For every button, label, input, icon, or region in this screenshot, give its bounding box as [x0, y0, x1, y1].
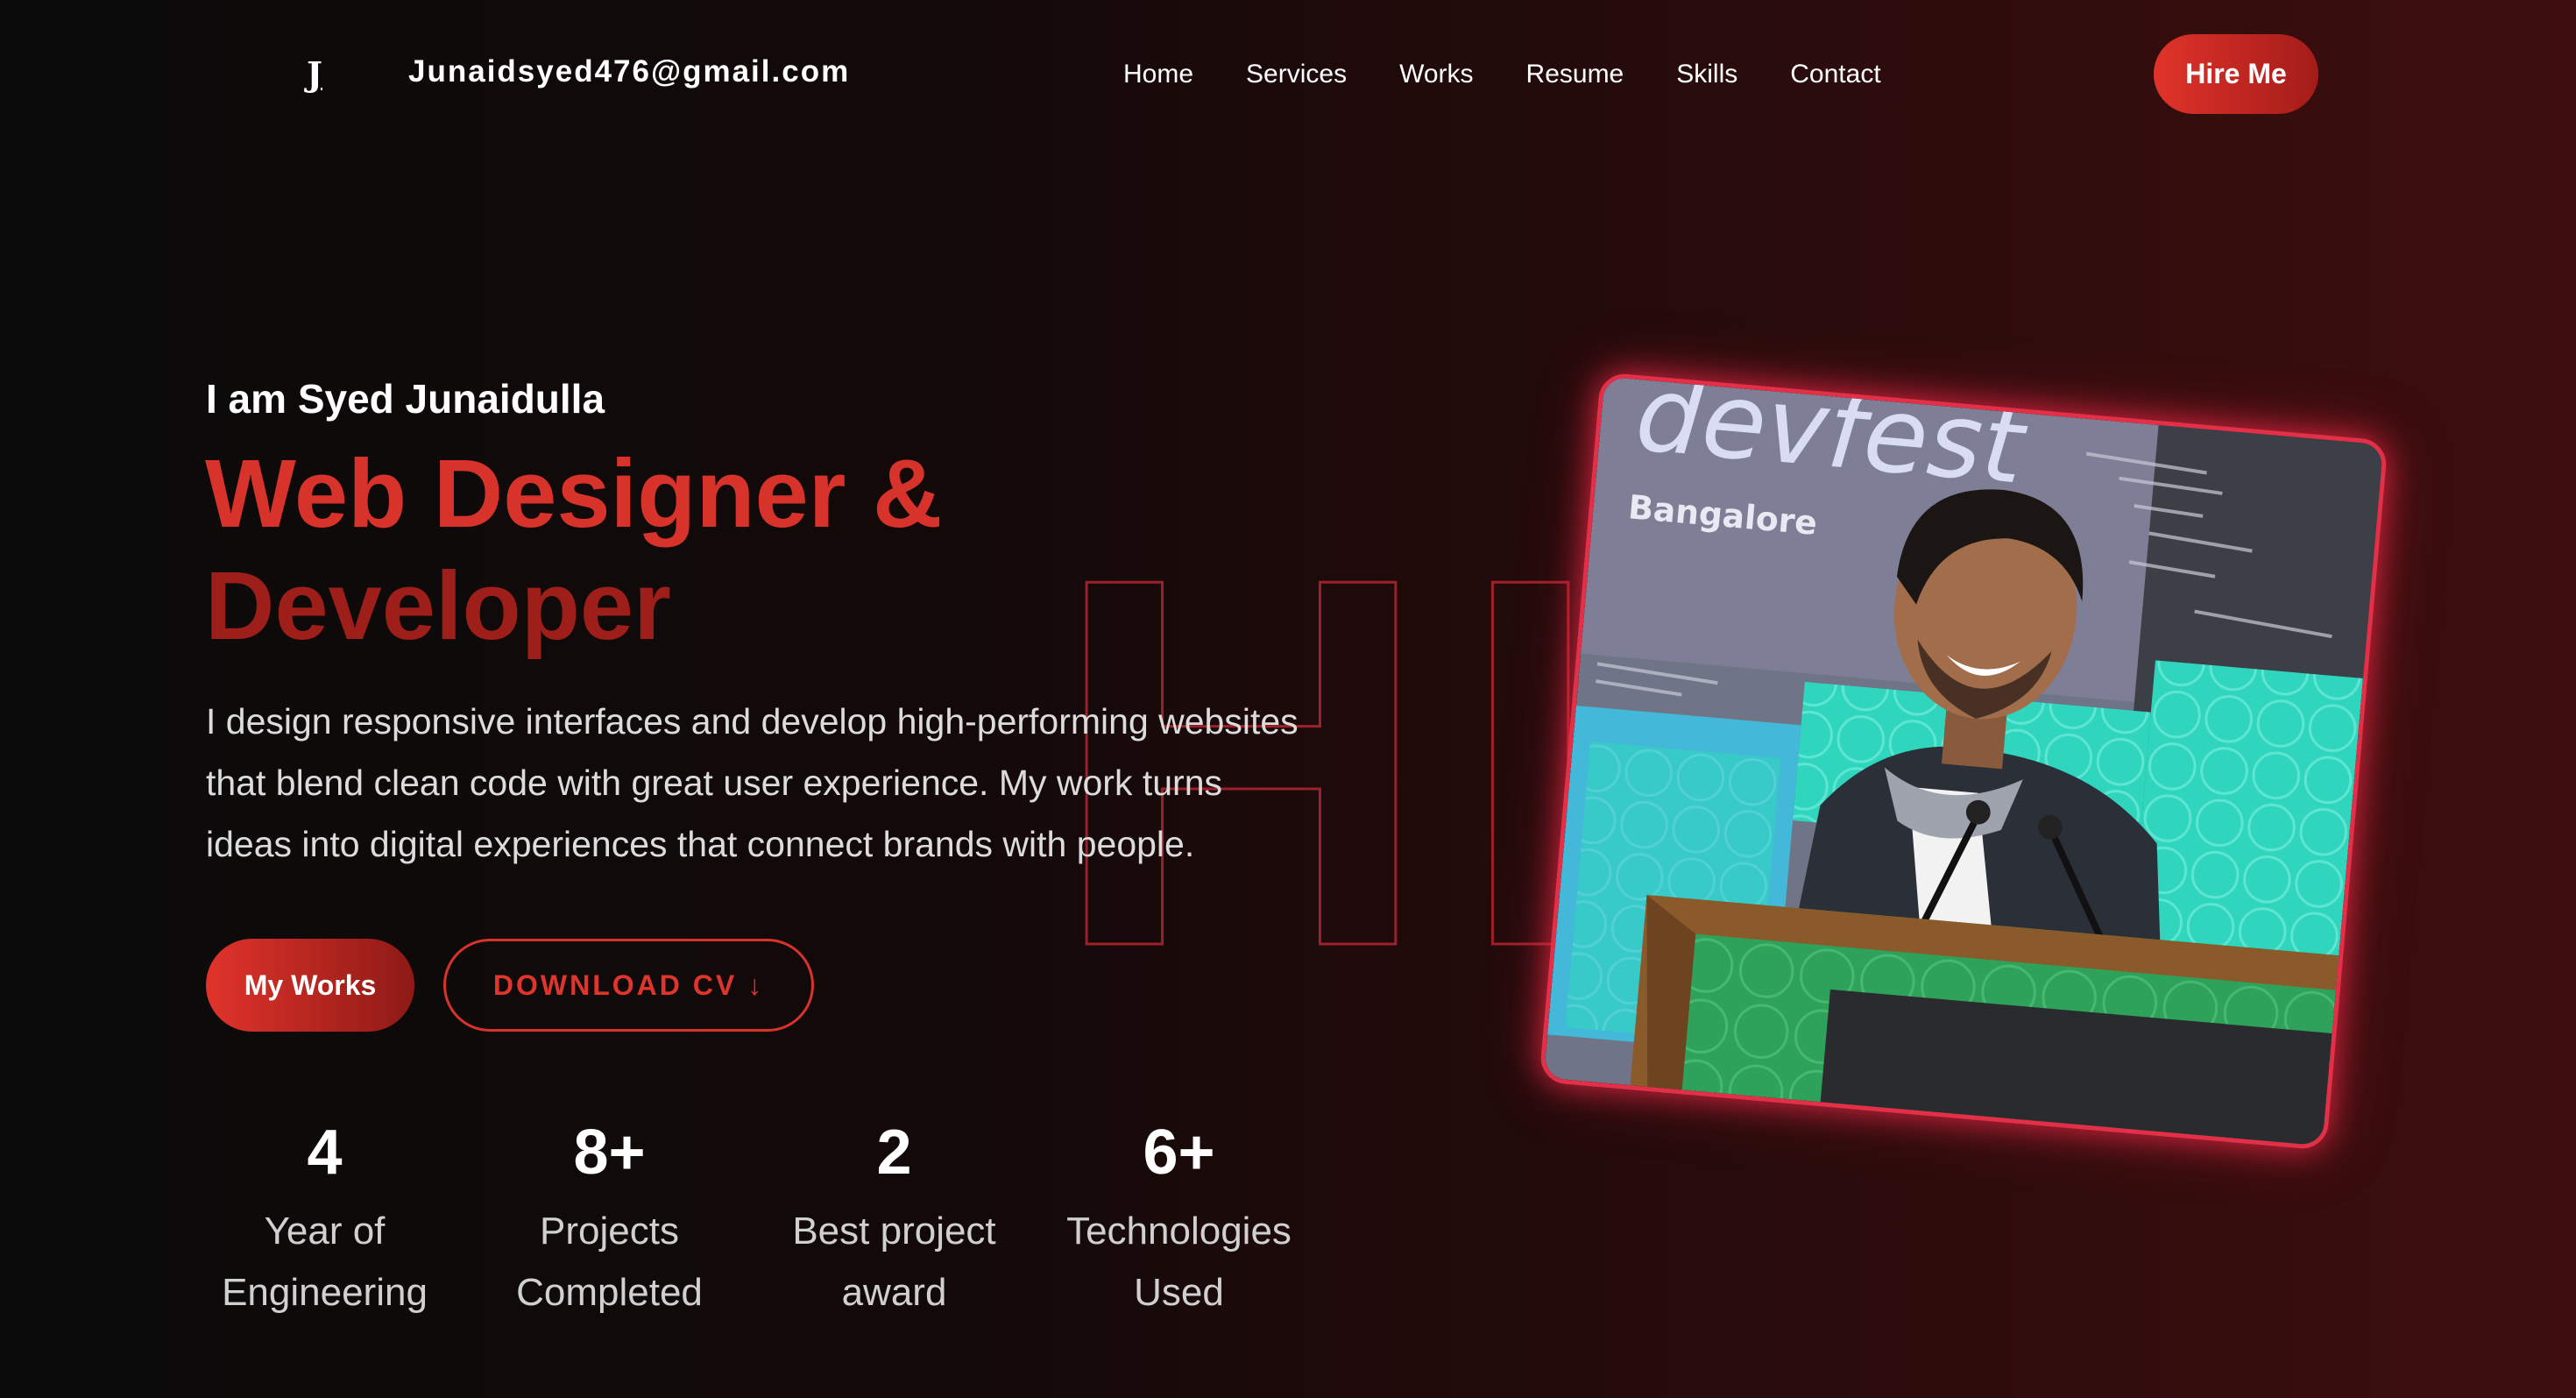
nav-home[interactable]: Home — [1123, 60, 1193, 89]
email-link[interactable]: Junaidsyed476@gmail.com — [408, 54, 850, 89]
my-works-button[interactable]: My Works — [206, 939, 414, 1032]
stat-label: Best project award — [792, 1210, 996, 1314]
stat-label: Projects Completed — [516, 1210, 703, 1314]
stat-value: 2 — [876, 1118, 912, 1188]
stat-item: 6+ Technologies Used — [1037, 1113, 1321, 1323]
hero-description: I design responsive interfaces and devel… — [206, 701, 1299, 864]
stat-value: 8+ — [573, 1118, 646, 1188]
profile-photo: devfest Bangalore — [1539, 372, 2388, 1151]
nav-services[interactable]: Services — [1246, 60, 1347, 89]
stat-label: Technologies Used — [1066, 1210, 1292, 1314]
hero-title: Web Designer & Developer — [205, 438, 1081, 663]
stat-item: 2 Best project award — [752, 1113, 1037, 1323]
logo[interactable]: J — [307, 54, 322, 94]
nav-works[interactable]: Works — [1399, 60, 1473, 89]
nav-skills[interactable]: Skills — [1676, 60, 1737, 89]
stat-label: Year of Engineering — [222, 1210, 428, 1314]
main-nav: Home Services Works Resume Skills Contac… — [1123, 60, 1881, 89]
hero-greeting: I am Syed Junaidulla — [206, 376, 605, 422]
stats-row: 4 Year of Engineering 8+ Projects Comple… — [182, 1113, 1321, 1323]
nav-resume[interactable]: Resume — [1526, 60, 1624, 89]
hero-title-line-1: Web Designer & — [205, 440, 943, 548]
download-cv-button[interactable]: DOWNLOAD CV ↓ — [443, 939, 814, 1032]
nav-contact[interactable]: Contact — [1790, 60, 1880, 89]
hire-me-button[interactable]: Hire Me — [2154, 34, 2318, 114]
stat-item: 4 Year of Engineering — [182, 1113, 467, 1323]
site-header: J Junaidsyed476@gmail.com Home Services … — [0, 0, 2576, 149]
hero-title-line-2: Developer — [205, 552, 671, 660]
stat-value: 4 — [307, 1118, 343, 1188]
stat-value: 6+ — [1143, 1118, 1215, 1188]
stat-item: 8+ Projects Completed — [467, 1113, 752, 1323]
profile-photo-illustration: devfest Bangalore — [1543, 376, 2384, 1146]
